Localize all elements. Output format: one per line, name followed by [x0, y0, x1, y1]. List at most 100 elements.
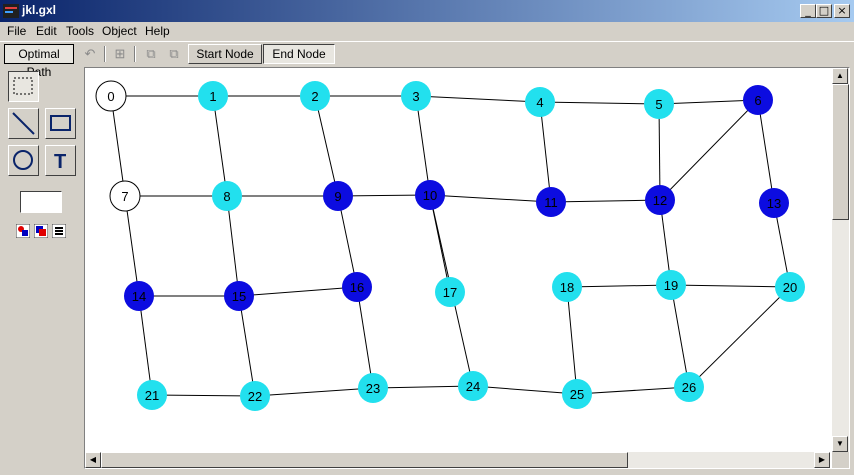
graph-edge[interactable] [539, 101, 660, 105]
graph-node[interactable]: 10 [415, 180, 445, 210]
rectangle-tool[interactable] [45, 108, 76, 139]
graph-edge[interactable] [226, 195, 240, 297]
edges-layer [110, 95, 791, 397]
node-label: 3 [412, 89, 419, 104]
graph-edge[interactable] [238, 286, 358, 297]
graph-edge[interactable] [415, 95, 541, 103]
graph-edge[interactable] [670, 284, 690, 388]
fill-color-swatch[interactable] [20, 191, 62, 213]
menu-file[interactable]: File [7, 24, 26, 38]
graph-node[interactable]: 23 [358, 373, 388, 403]
graph-edge[interactable] [212, 95, 228, 197]
copy-icon[interactable]: ⧉ [143, 46, 159, 62]
graph-node[interactable]: 17 [435, 277, 465, 307]
menu-help[interactable]: Help [145, 24, 170, 38]
graph-node[interactable]: 4 [525, 87, 555, 117]
graph-node[interactable]: 16 [342, 272, 372, 302]
svg-text:T: T [54, 151, 66, 173]
line-icon [12, 112, 35, 135]
title-bar: jkl.gxl _ □ × [0, 0, 854, 22]
graph-node[interactable]: 19 [656, 270, 686, 300]
graph-edge[interactable] [254, 387, 374, 397]
vertical-scroll-thumb[interactable] [832, 84, 849, 220]
app-icon [3, 4, 19, 18]
graph-edge[interactable] [356, 286, 374, 389]
graph-node[interactable]: 7 [109, 180, 141, 212]
tool-palette: T [0, 66, 84, 471]
ellipse-tool[interactable] [8, 145, 39, 176]
graph-edge[interactable] [566, 284, 672, 288]
graph-edge[interactable] [238, 295, 256, 397]
graph-node[interactable]: 3 [401, 81, 431, 111]
graph-node[interactable]: 12 [645, 185, 675, 215]
paste-icon[interactable]: ⧉ [166, 46, 182, 62]
node-label: 22 [248, 389, 262, 404]
close-button[interactable]: × [834, 4, 850, 18]
toolbar: Optimal Path ↶ ⊞ ⧉ ⧉ Start Node End Node [0, 41, 854, 79]
graph-node[interactable]: 11 [536, 187, 566, 217]
text-tool[interactable]: T [45, 145, 76, 176]
graph-node[interactable]: 20 [775, 272, 805, 302]
graph-edge[interactable] [670, 284, 791, 288]
graph-edge[interactable] [372, 385, 474, 389]
layer-order-icon[interactable] [33, 223, 49, 239]
nodes-layer: 0 1 2 3 4 5 67 8 9 10 11 12 1314 1516 17 18 19 2021 2223 24… [95, 80, 805, 411]
horizontal-scrollbar[interactable]: ◀ ▶ [85, 452, 830, 468]
node-label: 13 [767, 196, 781, 211]
graph-node[interactable]: 14 [124, 281, 154, 311]
optimal-path-button[interactable]: Optimal Path [4, 44, 74, 79]
graph-edge[interactable] [429, 194, 552, 203]
scroll-up-icon[interactable]: ▲ [832, 68, 848, 84]
scroll-left-icon[interactable]: ◀ [85, 452, 101, 468]
graph-edge[interactable] [659, 99, 759, 201]
start-node-button[interactable]: Start Node [188, 44, 262, 64]
maximize-button[interactable]: □ [816, 4, 832, 18]
graph-node[interactable]: 24 [458, 371, 488, 401]
graph-edge[interactable] [539, 101, 552, 203]
select-tool[interactable] [8, 71, 39, 102]
minimize-button[interactable]: _ [800, 4, 816, 18]
scroll-right-icon[interactable]: ▶ [814, 452, 830, 468]
menu-bar: File Edit Tools Object Help [0, 22, 854, 40]
graph-node[interactable]: 5 [644, 89, 674, 119]
line-tool[interactable] [8, 108, 39, 139]
end-node-button[interactable]: End Node [263, 44, 335, 64]
node-label: 15 [232, 289, 246, 304]
graph-edge[interactable] [550, 199, 661, 203]
graph-node[interactable]: 8 [212, 181, 242, 211]
graph-canvas[interactable]: 0 1 2 3 4 5 67 8 9 10 11 12 1314 1516 17 18 19 2021 2223 24… [85, 68, 830, 452]
graph-edge[interactable] [688, 286, 791, 388]
graph-node[interactable]: 6 [743, 85, 773, 115]
undo-icon[interactable]: ↶ [82, 46, 98, 62]
tree-layout-icon[interactable]: ⊞ [112, 46, 128, 62]
graph-node[interactable]: 15 [224, 281, 254, 311]
graph-node[interactable]: 13 [759, 188, 789, 218]
graph-edge[interactable] [314, 95, 339, 197]
graph-node[interactable]: 18 [552, 272, 582, 302]
menu-edit[interactable]: Edit [36, 24, 57, 38]
menu-tools[interactable]: Tools [66, 24, 94, 38]
graph-edge[interactable] [757, 99, 775, 204]
graph-node[interactable]: 25 [562, 379, 592, 409]
graph-node[interactable]: 22 [240, 381, 270, 411]
graph-edge[interactable] [151, 394, 256, 397]
menu-object[interactable]: Object [102, 24, 137, 38]
scroll-corner [832, 452, 849, 468]
line-style-icon[interactable] [51, 223, 67, 239]
graph-node[interactable]: 2 [300, 81, 330, 111]
graph-node[interactable]: 26 [674, 372, 704, 402]
graph-node[interactable]: 0 [95, 80, 127, 112]
graph-edge[interactable] [472, 385, 578, 395]
graph-edge[interactable] [576, 386, 690, 395]
vertical-scrollbar[interactable]: ▲ ▼ [832, 68, 849, 452]
horizontal-scroll-thumb[interactable] [101, 452, 628, 468]
color-picker-icon[interactable] [15, 223, 31, 239]
node-label: 18 [560, 280, 574, 295]
graph-node[interactable]: 21 [137, 380, 167, 410]
toolbar-separator [134, 46, 136, 62]
graph-edge[interactable] [566, 286, 578, 395]
graph-node[interactable]: 1 [198, 81, 228, 111]
node-label: 12 [653, 193, 667, 208]
scroll-down-icon[interactable]: ▼ [832, 436, 848, 452]
graph-node[interactable]: 9 [323, 181, 353, 211]
